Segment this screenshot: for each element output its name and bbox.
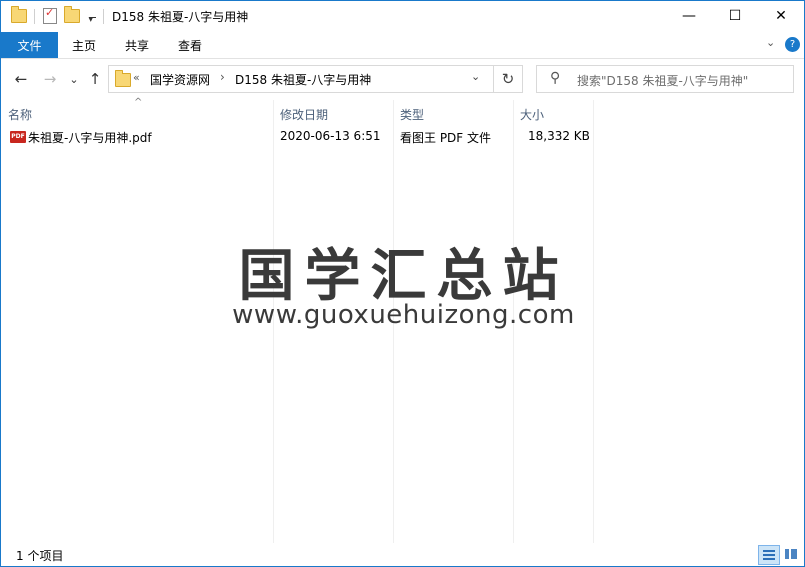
breadcrumb-chevron-icon[interactable]: › [220, 70, 225, 84]
recent-locations-chevron-icon[interactable]: ⌄ [64, 69, 84, 89]
maximize-button[interactable]: ☐ [712, 1, 758, 31]
quick-access-divider [34, 9, 35, 24]
address-bar[interactable]: « 国学资源网 › D158 朱祖夏-八字与用神 ⌄ [108, 65, 494, 93]
column-header-date[interactable]: 修改日期 [280, 106, 328, 123]
forward-arrow-icon[interactable]: → [40, 69, 60, 89]
item-count: 1 个项目 [16, 549, 64, 563]
tab-view[interactable]: 查看 [173, 32, 207, 58]
window-title: D158 朱祖夏-八字与用神 [112, 10, 249, 24]
chevron-down-icon[interactable]: ⌄ [766, 36, 775, 49]
title-divider [103, 9, 104, 24]
tab-home[interactable]: 主页 [67, 32, 101, 58]
details-view-button[interactable] [758, 545, 780, 565]
refresh-button[interactable]: ↻ [493, 65, 523, 93]
tab-file[interactable]: 文件 [1, 32, 58, 58]
help-icon[interactable]: ? [785, 37, 800, 52]
pdf-icon: PDF [10, 131, 26, 143]
folder-icon[interactable] [10, 6, 28, 26]
properties-icon[interactable] [41, 6, 59, 26]
column-header-type[interactable]: 类型 [400, 106, 424, 123]
explorer-window: ▾ D158 朱祖夏-八字与用神 — ☐ ✕ 文件 主页 共享 查看 ⌄ ? ←… [0, 0, 805, 567]
search-icon: ⚲ [550, 70, 561, 86]
column-header-size[interactable]: 大小 [520, 106, 544, 123]
watermark-url: www.guoxuehuizong.com [232, 300, 575, 330]
navigation-bar: ← → ⌄ ↑ « 国学资源网 › D158 朱祖夏-八字与用神 ⌄ ↻ ⚲ 搜… [1, 59, 804, 99]
breadcrumb-segment[interactable]: D158 朱祖夏-八字与用神 [235, 71, 371, 88]
large-icons-view-button[interactable] [781, 545, 801, 563]
column-header-name[interactable]: 名称 [8, 106, 32, 123]
file-size: 18,332 KB [528, 129, 590, 143]
search-input[interactable]: ⚲ 搜索"D158 朱祖夏-八字与用神" [536, 65, 794, 93]
title-bar: ▾ D158 朱祖夏-八字与用神 — ☐ ✕ [1, 1, 804, 32]
back-arrow-icon[interactable]: ← [11, 69, 31, 89]
tab-share[interactable]: 共享 [120, 32, 154, 58]
file-type: 看图王 PDF 文件 [400, 131, 492, 145]
address-folder-icon [115, 70, 131, 87]
new-folder-icon[interactable] [63, 6, 81, 26]
sort-ascending-icon: ^ [134, 97, 143, 108]
search-placeholder: 搜索"D158 朱祖夏-八字与用神" [577, 74, 749, 88]
customize-quick-access-icon[interactable]: ▾ [83, 6, 101, 26]
minimize-button[interactable]: — [666, 1, 712, 31]
close-button[interactable]: ✕ [758, 1, 804, 31]
address-dropdown-icon[interactable]: ⌄ [471, 70, 480, 83]
address-overflow-icon[interactable]: « [133, 71, 140, 84]
details-view-icon [763, 550, 775, 560]
large-icons-view-icon [785, 549, 797, 559]
status-bar: 1 个项目 [1, 543, 804, 566]
file-name[interactable]: 朱祖夏-八字与用神.pdf [28, 129, 152, 146]
file-row[interactable]: PDF 朱祖夏-八字与用神.pdf 2020-06-13 6:51 看图王 PD… [6, 127, 596, 147]
file-modified: 2020-06-13 6:51 [280, 129, 381, 143]
up-arrow-icon[interactable]: ↑ [85, 69, 105, 89]
breadcrumb-segment[interactable]: 国学资源网 [150, 71, 210, 88]
ribbon-tabs: 文件 主页 共享 查看 ⌄ ? [1, 32, 804, 59]
